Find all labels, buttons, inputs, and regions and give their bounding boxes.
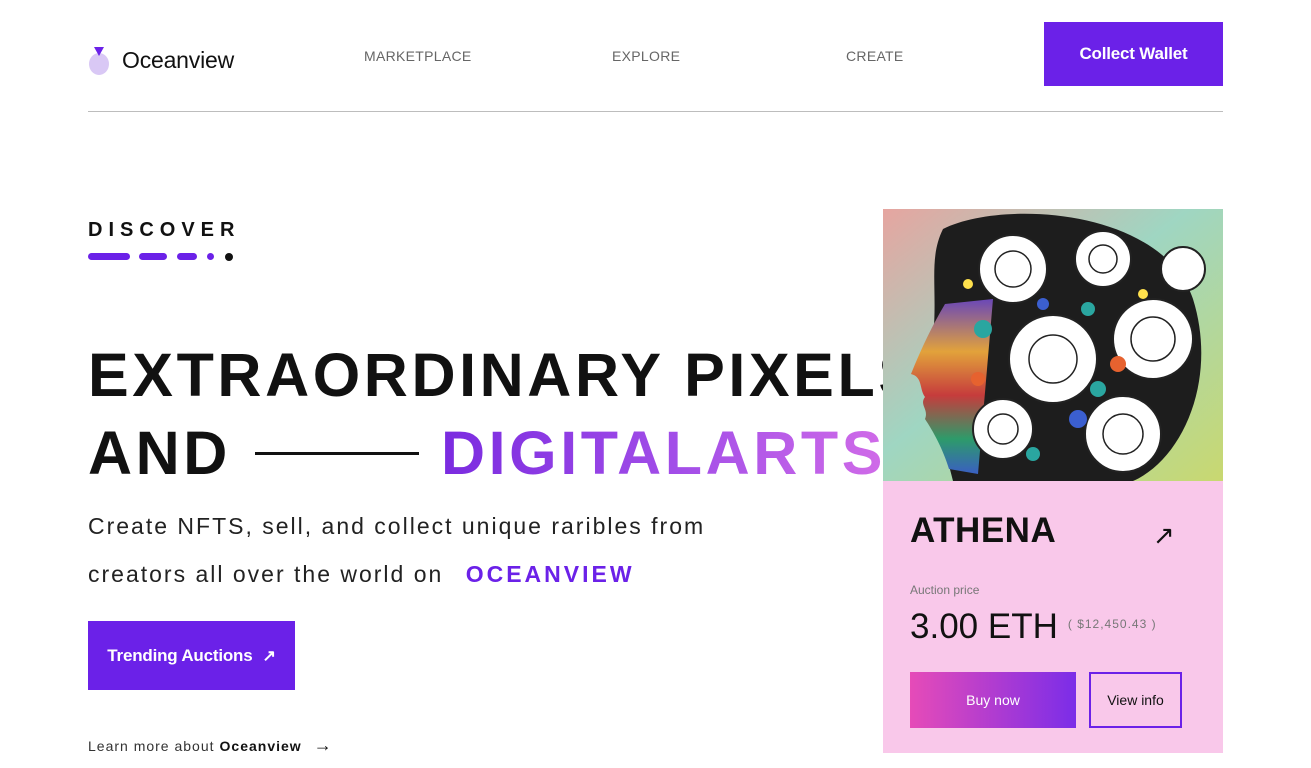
auction-price: 3.00 ETH ( $12,450.43 ) — [910, 607, 1157, 647]
subtitle-brand: OCEANVIEW — [465, 561, 635, 587]
price-eth: 3.00 ETH — [910, 607, 1058, 646]
nav-link-explore[interactable]: EXPLORE — [612, 48, 680, 64]
headline-digitalarts: DIGITALARTS — [441, 414, 886, 492]
headline-line-1: EXTRAORDINARY PIXELS — [88, 341, 923, 409]
brand-name: Oceanview — [122, 46, 234, 73]
headline-dash — [254, 451, 419, 455]
arrow-right-icon: → — [313, 735, 333, 755]
subtitle-line-2-text: creators all over the world on — [88, 561, 444, 587]
price-usd: ( $12,450.43 ) — [1067, 617, 1157, 631]
buy-now-button[interactable]: Buy now — [910, 672, 1076, 728]
hero-subtitle: Create NFTS, sell, and collect unique ra… — [88, 502, 788, 598]
view-info-button[interactable]: View info — [1089, 672, 1182, 728]
open-nft-icon[interactable]: ↗ — [1153, 520, 1175, 551]
headline-line-2: AND DIGITALARTS — [88, 414, 886, 492]
nav-link-create[interactable]: CREATE — [846, 48, 904, 64]
nft-card: ATHENA ↗ Auction price 3.00 ETH ( $12,45… — [883, 209, 1223, 753]
learn-more-prefix: Learn more about — [88, 737, 215, 754]
subtitle-line-1: Create NFTS, sell, and collect unique ra… — [88, 513, 706, 539]
eyebrow-text: DISCOVER — [88, 219, 241, 241]
auction-price-label: Auction price — [910, 583, 980, 597]
top-nav: Oceanview MARKETPLACE EXPLORE CREATE Col… — [88, 22, 1223, 86]
trending-auctions-label: Trending Auctions — [107, 645, 253, 665]
learn-more-link[interactable]: Learn more about Oceanview → — [88, 735, 333, 756]
nft-title: ATHENA — [910, 511, 1057, 550]
trending-auctions-button[interactable]: Trending Auctions ↗ — [88, 621, 295, 690]
headline-and: AND — [88, 419, 231, 487]
nft-artwork-image[interactable] — [883, 209, 1223, 481]
nav-link-marketplace[interactable]: MARKETPLACE — [364, 48, 472, 64]
subtitle-line-2: creators all over the world on OCEANVIEW — [88, 550, 788, 598]
nav-divider — [88, 111, 1223, 112]
arrow-up-right-icon: ↗ — [262, 647, 276, 665]
brand-mark-icon — [88, 44, 110, 76]
learn-more-brand: Oceanview — [219, 737, 302, 754]
brand-logo[interactable]: Oceanview — [88, 44, 234, 76]
collect-wallet-button[interactable]: Collect Wallet — [1044, 22, 1223, 86]
